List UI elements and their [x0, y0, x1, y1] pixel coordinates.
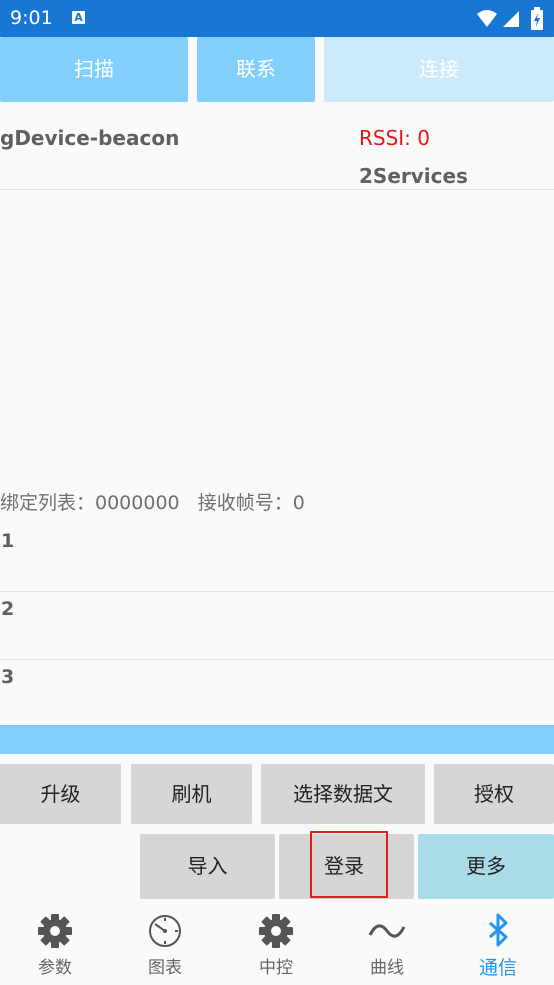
- wave-icon: [368, 924, 406, 938]
- nav-curve-label: 曲线: [370, 958, 404, 978]
- gauge-icon: [149, 915, 181, 947]
- status-bar: 9:01 A: [0, 0, 554, 37]
- divider: [0, 659, 554, 660]
- upgrade-button[interactable]: 升级: [0, 764, 121, 824]
- gear-icon: [259, 914, 293, 948]
- divider: [0, 591, 554, 592]
- nav-curve[interactable]: 曲线: [332, 905, 442, 985]
- flash-button[interactable]: 刷机: [131, 764, 252, 824]
- bottom-nav: 参数 图表 中控 曲线 通信: [0, 905, 554, 985]
- device-name[interactable]: gDevice-beacon: [0, 126, 179, 150]
- signal-icon: [503, 11, 519, 27]
- authorize-button[interactable]: 授权: [434, 764, 554, 824]
- bluetooth-icon: [489, 913, 508, 947]
- wifi-icon: [477, 10, 497, 27]
- battery-icon: [531, 7, 543, 30]
- connect-button[interactable]: 连接: [324, 37, 554, 102]
- device-services: 2Services: [359, 164, 468, 188]
- progress-strip: [0, 725, 554, 754]
- more-button[interactable]: 更多: [418, 834, 554, 899]
- nav-comm[interactable]: 通信: [443, 905, 553, 985]
- import-button[interactable]: 导入: [140, 834, 275, 899]
- list-item-1[interactable]: 1: [1, 530, 14, 552]
- contact-button[interactable]: 联系: [197, 37, 315, 102]
- nav-control-label: 中控: [259, 958, 293, 978]
- nav-comm-label: 通信: [478, 957, 517, 979]
- divider: [0, 189, 554, 190]
- status-time: 9:01: [10, 7, 53, 29]
- nav-charts[interactable]: 图表: [110, 905, 220, 985]
- notification-icon: A: [72, 11, 85, 24]
- nav-params-label: 参数: [38, 958, 72, 978]
- nav-params[interactable]: 参数: [0, 905, 110, 985]
- nav-charts-label: 图表: [148, 958, 182, 978]
- login-highlight: [310, 831, 388, 898]
- list-item-3[interactable]: 3: [1, 666, 14, 688]
- nav-control[interactable]: 中控: [221, 905, 331, 985]
- device-rssi: RSSI: 0: [359, 126, 431, 150]
- bind-info: 绑定列表：0000000 接收帧号：0: [0, 492, 305, 514]
- gear-icon: [38, 914, 72, 948]
- list-item-2[interactable]: 2: [1, 598, 14, 620]
- select-file-button[interactable]: 选择数据文: [261, 764, 425, 824]
- scan-button[interactable]: 扫描: [0, 37, 188, 102]
